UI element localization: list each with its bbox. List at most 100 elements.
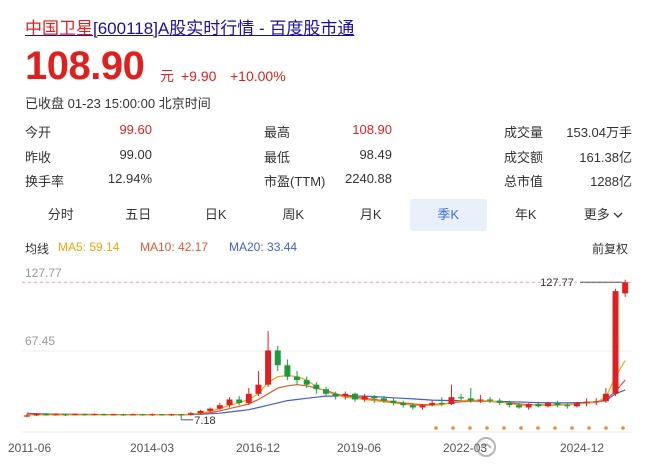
- stat-label-open: 今开: [25, 125, 52, 140]
- x-tick-label: 2011-06: [8, 441, 51, 455]
- candle-body: [129, 414, 136, 416]
- tab-more-label: 更多: [583, 207, 610, 222]
- candle-body: [361, 396, 368, 400]
- min-marker-label: 7.18: [194, 415, 215, 427]
- ma5-value: MA5: 59.14: [58, 240, 120, 254]
- candle-body: [149, 414, 156, 416]
- candle-body: [158, 414, 165, 416]
- stat-value-open: 99.60: [119, 122, 152, 137]
- candle-body: [622, 282, 629, 294]
- price-change-pct: +10.00%: [230, 68, 286, 84]
- candle-body: [197, 410, 204, 414]
- stat-value-turnover-rate: 12.94%: [107, 171, 152, 186]
- candle-body: [120, 414, 127, 416]
- candle-body: [467, 398, 474, 401]
- candle-body: [187, 413, 194, 415]
- candle-body: [496, 400, 503, 403]
- candle-body: [110, 414, 117, 416]
- kline-chart[interactable]: 127.77 67.45 127.77 7.18 2011-06 2014-03 2016-…: [0, 258, 672, 469]
- stat-label-turnover-amount: 成交额: [504, 150, 544, 165]
- candle-body: [390, 400, 397, 403]
- ma10-value: MA10: 42.17: [140, 240, 209, 254]
- candle-body: [583, 401, 590, 403]
- candle-body: [265, 350, 272, 385]
- tab-intraday[interactable]: 分时: [22, 199, 100, 231]
- tab-quarterly-k[interactable]: 季K: [409, 199, 487, 231]
- candle-body: [284, 365, 291, 377]
- candle-body: [409, 405, 416, 408]
- candle-body: [303, 380, 310, 385]
- price-change: +9.90: [181, 68, 217, 84]
- y-label-mid: 67.45: [25, 334, 55, 348]
- candle-body: [458, 397, 465, 399]
- candle-body: [23, 415, 30, 417]
- stat-value-low: 98.49: [359, 147, 392, 162]
- tab-five-day[interactable]: 五日: [100, 199, 178, 231]
- stat-label-turnover-rate: 换手率: [25, 174, 65, 189]
- candle-body: [236, 399, 243, 403]
- candle-body: [139, 414, 146, 416]
- stat-label-pe-ttm: 市盈(TTM): [264, 174, 326, 189]
- candle-body: [544, 402, 551, 407]
- max-marker-label: 127.77: [540, 277, 574, 289]
- x-tick-label: 2024-12: [560, 441, 604, 455]
- candle-body: [448, 397, 455, 405]
- adjust-mode-button[interactable]: 前复权: [592, 240, 628, 257]
- candle-body: [245, 393, 252, 403]
- candle-body: [255, 384, 262, 394]
- stat-value-prev-close: 99.00: [119, 147, 152, 162]
- title-rest: [600118]A股实时行情 - 百度股市通: [93, 19, 355, 38]
- stock-name: 中国卫星: [25, 19, 93, 38]
- decor-dot: [536, 426, 540, 430]
- candle-body: [91, 414, 98, 416]
- tab-more[interactable]: 更多: [565, 199, 643, 231]
- decor-dot: [468, 426, 472, 430]
- x-tick-label: 2016-12: [236, 441, 280, 455]
- candle-body: [323, 389, 329, 394]
- candle-body: [554, 402, 561, 406]
- candle-body: [535, 404, 542, 407]
- candle-body: [178, 414, 185, 416]
- candle-body: [332, 393, 339, 397]
- stat-value-volume: 153.04万手: [566, 125, 632, 140]
- candle-body: [477, 399, 484, 401]
- candle-body: [81, 414, 88, 416]
- candle-body: [72, 414, 79, 416]
- candle-body: [371, 396, 378, 399]
- decor-dot: [485, 426, 489, 430]
- candle-body: [564, 405, 571, 407]
- stat-label-market-cap: 总市值: [504, 174, 544, 189]
- page-title-link[interactable]: 中国卫星[600118]A股实时行情 - 百度股市通: [25, 14, 354, 39]
- decor-dot: [587, 426, 591, 430]
- market-status: 已收盘 01-23 15:00:00 北京时间: [25, 96, 211, 111]
- candle-body: [419, 405, 426, 408]
- decor-dot: [502, 426, 506, 430]
- stat-label-low: 最低: [264, 150, 291, 165]
- candle-body: [101, 414, 108, 416]
- candle-body: [438, 402, 445, 405]
- stat-label-prev-close: 昨收: [25, 150, 52, 165]
- stat-value-turnover-amount: 161.38亿: [579, 150, 632, 165]
- tab-yearly-k[interactable]: 年K: [487, 199, 565, 231]
- decor-dot: [570, 426, 574, 430]
- decor-dot: [553, 426, 557, 430]
- candle-body: [573, 402, 580, 407]
- candle-body: [593, 401, 600, 403]
- candle-body: [400, 402, 407, 406]
- candle-body: [525, 404, 532, 408]
- ma-label: 均线: [25, 242, 50, 256]
- candle-body: [226, 399, 233, 406]
- candle-body: [33, 413, 40, 416]
- tab-daily-k[interactable]: 日K: [177, 199, 255, 231]
- candle-body: [294, 376, 301, 381]
- candle-body: [429, 402, 436, 406]
- stat-value-high: 108.90: [352, 122, 392, 137]
- candle-body: [612, 291, 619, 394]
- candle-body: [487, 399, 494, 401]
- tab-monthly-k[interactable]: 月K: [332, 199, 410, 231]
- candle-body: [43, 413, 50, 416]
- x-tick-label: 2019-06: [337, 441, 381, 455]
- ma10-line: [26, 379, 626, 416]
- tab-weekly-k[interactable]: 周K: [255, 199, 333, 231]
- snowball-logo-icon: [476, 437, 496, 457]
